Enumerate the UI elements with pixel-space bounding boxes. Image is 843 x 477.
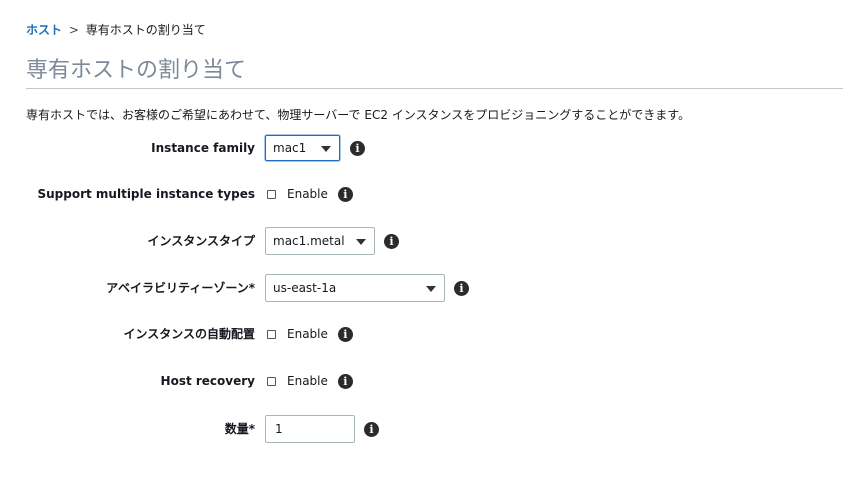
host-recovery-checkbox[interactable] [267, 376, 276, 386]
availability-zone-label: アベイラビリティーゾーン* [106, 281, 255, 295]
chevron-down-icon [321, 146, 331, 152]
instance-family-value: mac1 [273, 141, 307, 155]
title-divider [26, 88, 843, 89]
info-icon[interactable]: i [364, 421, 379, 437]
host-recovery-label: Host recovery [160, 374, 255, 388]
info-icon[interactable]: i [384, 233, 399, 249]
host-recovery-enable-label[interactable]: Enable [287, 374, 328, 388]
page-title: 専有ホストの割り当て [26, 58, 247, 83]
support-multiple-types-row: Support multiple instance types Enable i [0, 179, 843, 209]
auto-placement-checkbox[interactable] [267, 329, 276, 339]
info-icon[interactable]: i [337, 326, 353, 342]
auto-placement-label: インスタンスの自動配置 [123, 327, 255, 341]
breadcrumb: ホスト > 専有ホストの割り当て [26, 22, 206, 38]
instance-family-select[interactable]: mac1 [265, 135, 340, 161]
availability-zone-value: us-east-1a [273, 281, 337, 295]
auto-placement-enable-label[interactable]: Enable [287, 327, 328, 341]
instance-type-value: mac1.metal [273, 234, 345, 248]
instance-type-row: インスタンスタイプ mac1.metal i [0, 226, 843, 256]
chevron-down-icon [356, 239, 366, 245]
quantity-label: 数量* [224, 422, 255, 436]
chevron-down-icon [426, 286, 436, 292]
host-recovery-row: Host recovery Enable i [0, 366, 843, 396]
page-description: 専有ホストでは、お客様のご希望にあわせて、物理サーバーで EC2 インスタンスを… [26, 108, 691, 122]
info-icon[interactable]: i [454, 280, 469, 296]
instance-type-select[interactable]: mac1.metal [265, 227, 375, 255]
quantity-input[interactable] [265, 415, 355, 443]
support-multiple-types-label: Support multiple instance types [37, 187, 255, 201]
support-multiple-types-enable-label[interactable]: Enable [287, 187, 328, 201]
instance-family-label: Instance family [151, 141, 255, 155]
breadcrumb-separator: > [68, 23, 79, 37]
availability-zone-row: アベイラビリティーゾーン* us-east-1a i [0, 273, 843, 303]
info-icon[interactable]: i [350, 140, 365, 156]
instance-type-label: インスタンスタイプ [147, 234, 255, 248]
auto-placement-row: インスタンスの自動配置 Enable i [0, 319, 843, 349]
availability-zone-select[interactable]: us-east-1a [265, 274, 445, 302]
quantity-row: 数量* i [0, 414, 843, 444]
breadcrumb-current: 専有ホストの割り当て [85, 23, 206, 37]
info-icon[interactable]: i [337, 186, 353, 202]
breadcrumb-hosts-link[interactable]: ホスト [26, 23, 62, 37]
info-icon[interactable]: i [337, 373, 353, 389]
support-multiple-types-checkbox[interactable] [267, 189, 276, 199]
instance-family-row: Instance family mac1 i [0, 133, 843, 163]
allocate-dedicated-host-page: ホスト > 専有ホストの割り当て 専有ホストの割り当て 専有ホストでは、お客様の… [0, 0, 843, 477]
